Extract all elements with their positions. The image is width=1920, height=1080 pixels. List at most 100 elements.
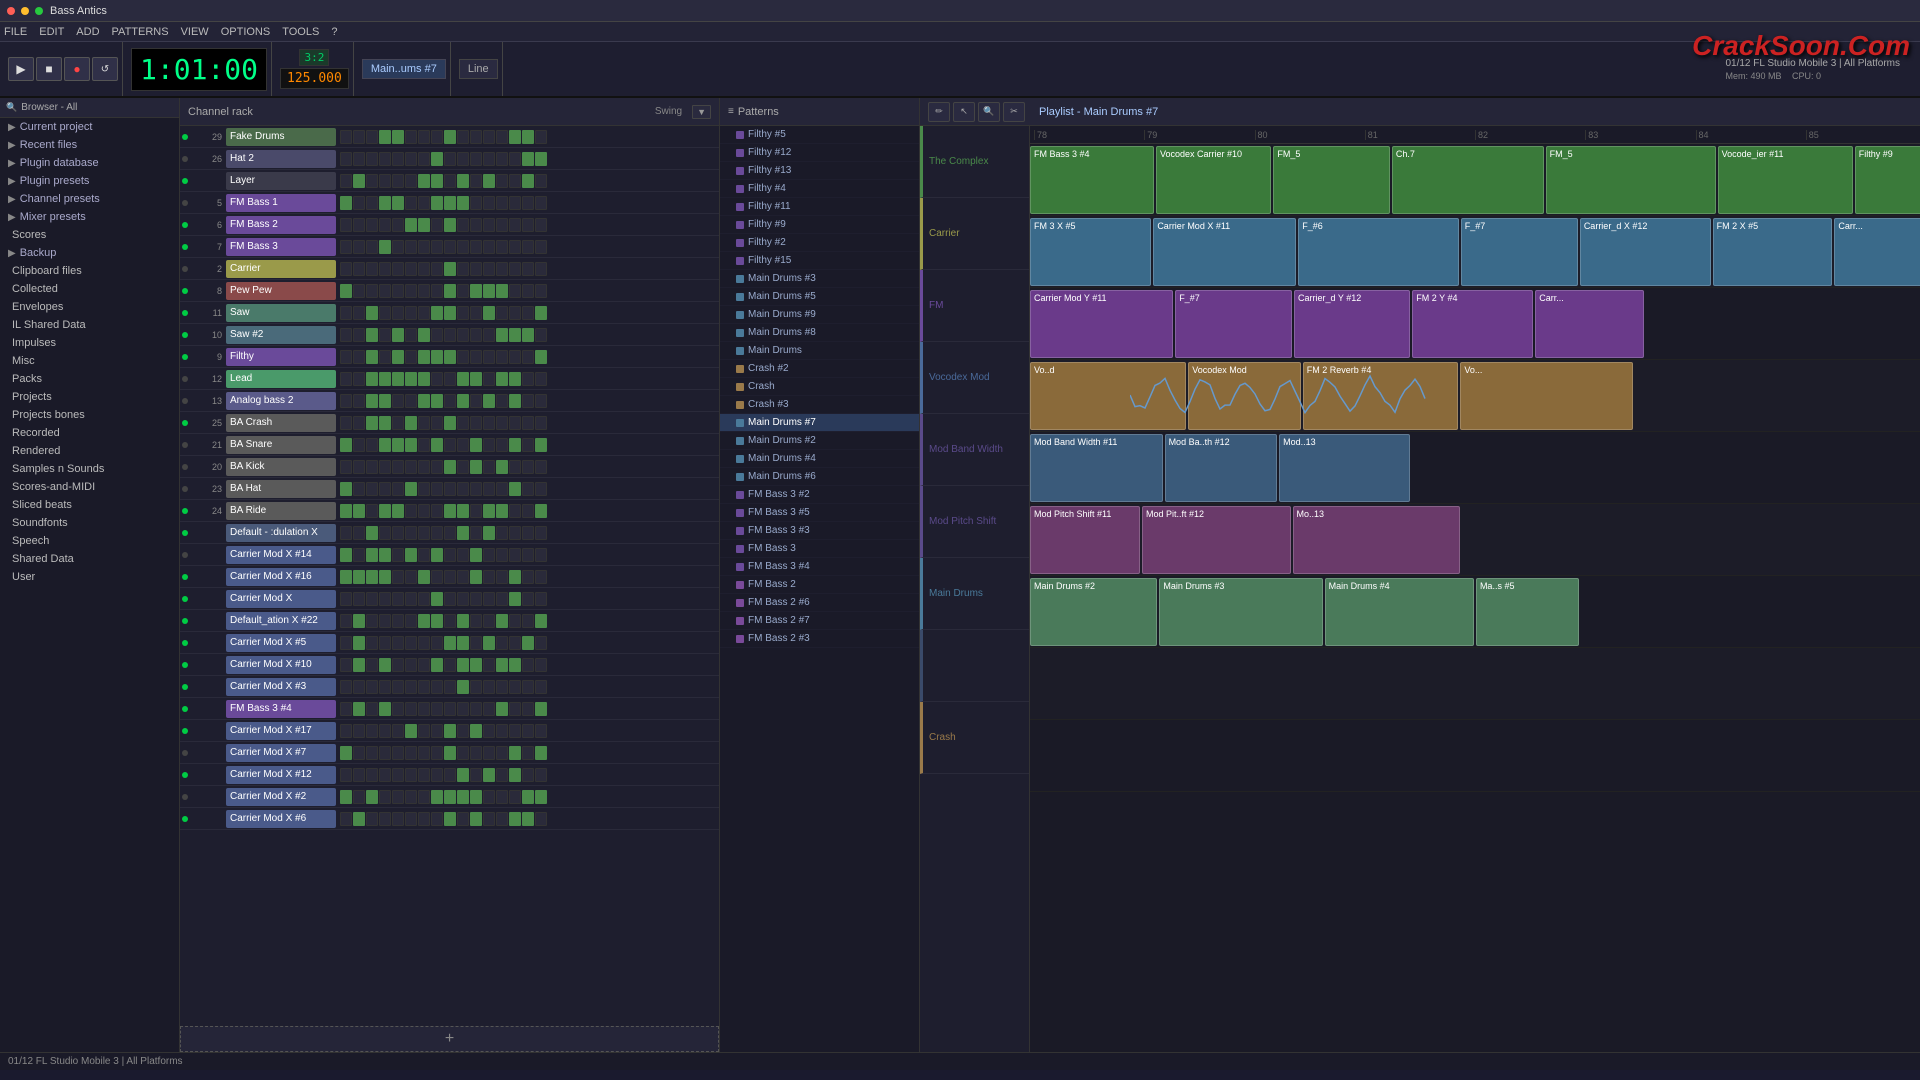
- step-btn[interactable]: [470, 702, 482, 716]
- step-btn[interactable]: [509, 130, 521, 144]
- step-btn[interactable]: [483, 306, 495, 320]
- channel-name-btn[interactable]: Carrier: [226, 260, 336, 278]
- step-btn[interactable]: [353, 416, 365, 430]
- step-btn[interactable]: [496, 636, 508, 650]
- pattern-item[interactable]: FM Bass 2 #6: [720, 594, 919, 612]
- step-btn[interactable]: [431, 460, 443, 474]
- channel-name-btn[interactable]: Fake Drums: [226, 128, 336, 146]
- channel-row[interactable]: 12 Lead: [180, 368, 719, 390]
- step-btn[interactable]: [522, 812, 534, 826]
- browser-item[interactable]: ▶Plugin presets: [0, 172, 179, 190]
- step-btn[interactable]: [444, 306, 456, 320]
- channel-active-led[interactable]: [182, 552, 188, 558]
- step-btn[interactable]: [405, 196, 417, 210]
- channel-row[interactable]: 9 Filthy: [180, 346, 719, 368]
- step-btn[interactable]: [405, 482, 417, 496]
- step-btn[interactable]: [392, 174, 404, 188]
- step-btn[interactable]: [470, 218, 482, 232]
- step-btn[interactable]: [457, 636, 469, 650]
- step-btn[interactable]: [418, 504, 430, 518]
- channel-active-led[interactable]: [182, 794, 188, 800]
- step-btn[interactable]: [353, 790, 365, 804]
- step-btn[interactable]: [470, 790, 482, 804]
- step-btn[interactable]: [483, 790, 495, 804]
- channel-active-led[interactable]: [182, 222, 188, 228]
- step-btn[interactable]: [522, 526, 534, 540]
- step-btn[interactable]: [470, 680, 482, 694]
- step-btn[interactable]: [457, 526, 469, 540]
- step-btn[interactable]: [496, 152, 508, 166]
- step-btn[interactable]: [457, 768, 469, 782]
- channel-name-btn[interactable]: FM Bass 3: [226, 238, 336, 256]
- playlist-clip[interactable]: F_#7: [1175, 290, 1292, 358]
- step-btn[interactable]: [444, 152, 456, 166]
- step-btn[interactable]: [522, 152, 534, 166]
- step-btn[interactable]: [418, 482, 430, 496]
- step-btn[interactable]: [509, 438, 521, 452]
- min-btn[interactable]: [21, 7, 29, 15]
- step-btn[interactable]: [405, 746, 417, 760]
- menu-add[interactable]: ADD: [76, 26, 99, 38]
- step-btn[interactable]: [353, 350, 365, 364]
- step-btn[interactable]: [535, 636, 547, 650]
- channel-name-btn[interactable]: Carrier Mod X #14: [226, 546, 336, 564]
- step-btn[interactable]: [522, 130, 534, 144]
- playlist-clip[interactable]: Mod Ba..th #12: [1165, 434, 1278, 502]
- step-btn[interactable]: [379, 614, 391, 628]
- step-btn[interactable]: [496, 526, 508, 540]
- playlist-clip[interactable]: Carrier_d X #12: [1580, 218, 1711, 286]
- playlist-clip[interactable]: Filthy #9: [1855, 146, 1920, 214]
- step-btn[interactable]: [379, 350, 391, 364]
- channel-active-led[interactable]: [182, 486, 188, 492]
- step-btn[interactable]: [392, 526, 404, 540]
- step-btn[interactable]: [418, 174, 430, 188]
- step-btn[interactable]: [496, 790, 508, 804]
- channel-active-led[interactable]: [182, 200, 188, 206]
- step-btn[interactable]: [535, 482, 547, 496]
- step-btn[interactable]: [457, 196, 469, 210]
- step-btn[interactable]: [431, 504, 443, 518]
- playlist-select-btn[interactable]: ↖: [953, 102, 975, 122]
- step-btn[interactable]: [535, 196, 547, 210]
- step-btn[interactable]: [496, 218, 508, 232]
- step-btn[interactable]: [405, 328, 417, 342]
- step-btn[interactable]: [392, 196, 404, 210]
- step-btn[interactable]: [340, 570, 352, 584]
- step-btn[interactable]: [483, 328, 495, 342]
- step-btn[interactable]: [535, 724, 547, 738]
- step-btn[interactable]: [405, 416, 417, 430]
- step-btn[interactable]: [535, 548, 547, 562]
- step-btn[interactable]: [457, 592, 469, 606]
- step-btn[interactable]: [353, 196, 365, 210]
- step-btn[interactable]: [340, 240, 352, 254]
- step-btn[interactable]: [483, 416, 495, 430]
- browser-item[interactable]: ▶Plugin database: [0, 154, 179, 172]
- step-btn[interactable]: [496, 504, 508, 518]
- step-btn[interactable]: [353, 372, 365, 386]
- channel-active-led[interactable]: [182, 310, 188, 316]
- step-btn[interactable]: [405, 262, 417, 276]
- step-btn[interactable]: [535, 658, 547, 672]
- pattern-item[interactable]: FM Bass 2 #3: [720, 630, 919, 648]
- step-btn[interactable]: [418, 284, 430, 298]
- step-btn[interactable]: [431, 636, 443, 650]
- step-btn[interactable]: [340, 548, 352, 562]
- step-btn[interactable]: [340, 372, 352, 386]
- instrument-selector[interactable]: Main..ums #7: [362, 59, 446, 79]
- step-btn[interactable]: [483, 768, 495, 782]
- step-btn[interactable]: [340, 526, 352, 540]
- channel-row[interactable]: Carrier Mod X #10: [180, 654, 719, 676]
- step-btn[interactable]: [509, 306, 521, 320]
- step-btn[interactable]: [379, 768, 391, 782]
- step-btn[interactable]: [470, 350, 482, 364]
- step-btn[interactable]: [366, 152, 378, 166]
- step-btn[interactable]: [392, 306, 404, 320]
- step-btn[interactable]: [392, 262, 404, 276]
- browser-item[interactable]: Scores-and-MIDI: [0, 478, 179, 496]
- step-btn[interactable]: [535, 328, 547, 342]
- step-btn[interactable]: [379, 262, 391, 276]
- step-btn[interactable]: [431, 812, 443, 826]
- step-btn[interactable]: [405, 592, 417, 606]
- step-btn[interactable]: [483, 240, 495, 254]
- step-btn[interactable]: [496, 284, 508, 298]
